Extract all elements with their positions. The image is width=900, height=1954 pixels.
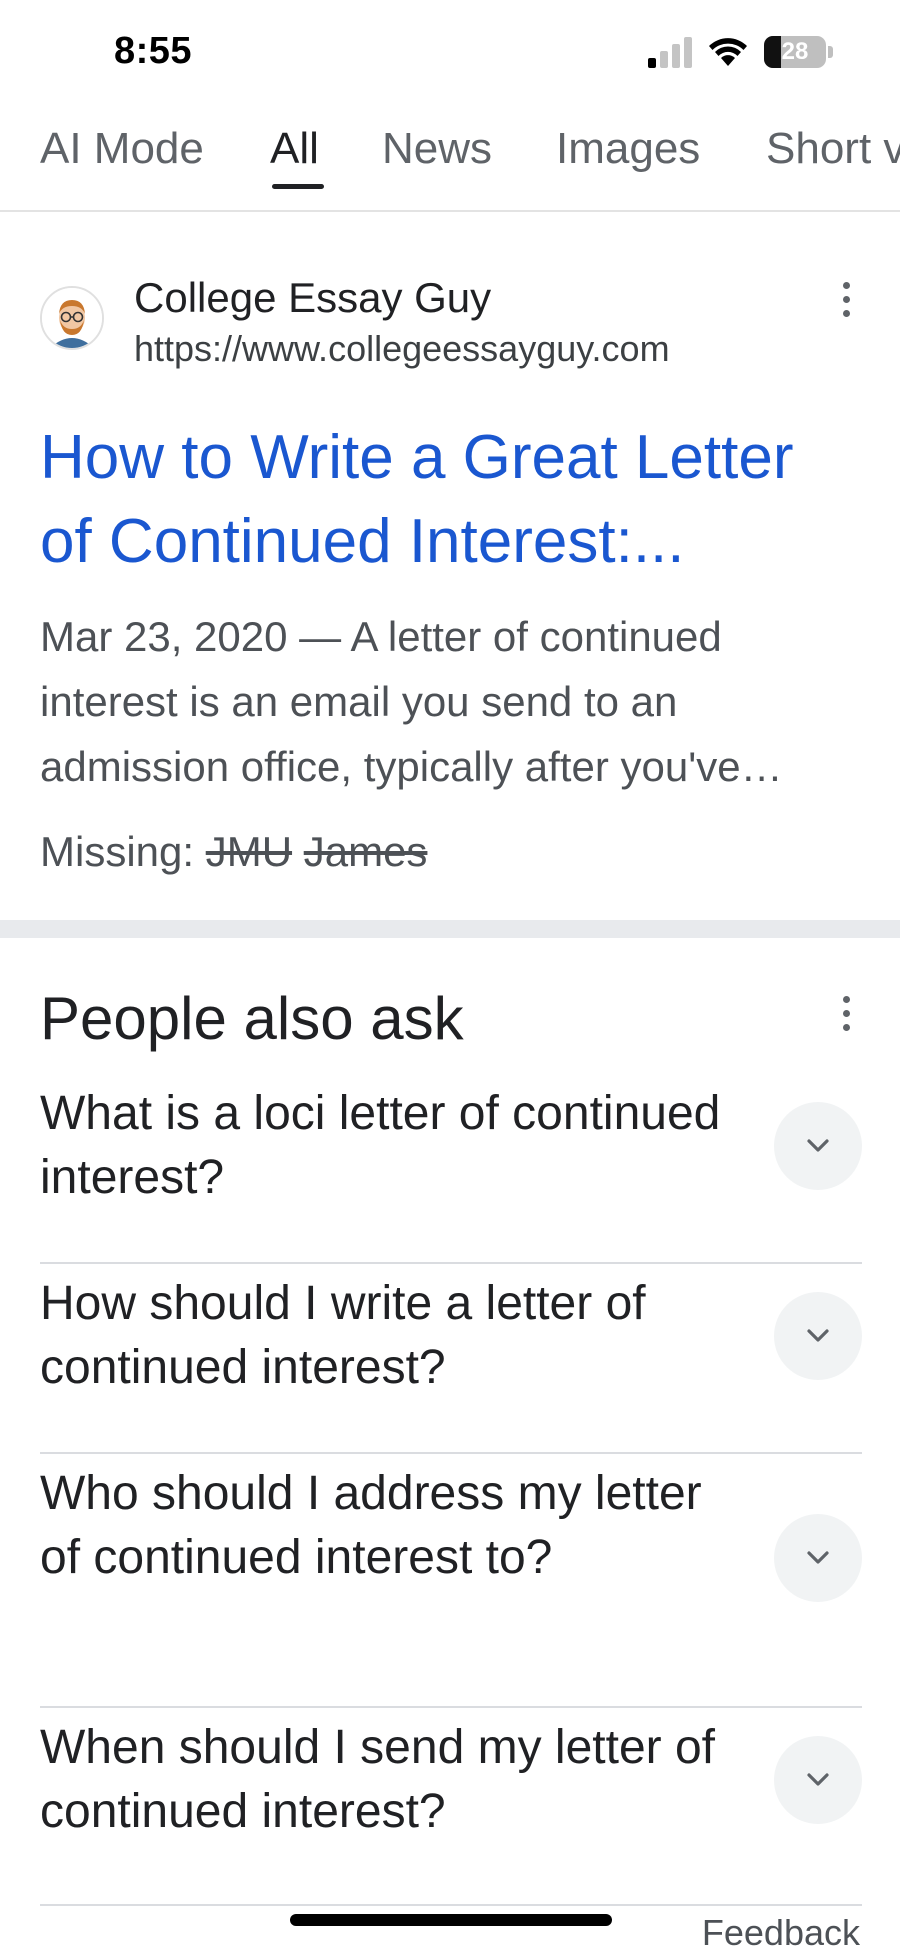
- chevron-down-icon: [807, 1551, 829, 1564]
- paa-question-item[interactable]: How should I write a letter of continued…: [40, 1272, 862, 1454]
- tab-short-videos[interactable]: Short videos: [766, 124, 900, 174]
- expand-button[interactable]: [774, 1736, 862, 1824]
- tab-news[interactable]: News: [382, 124, 492, 174]
- battery-level: 28: [781, 38, 809, 65]
- snippet-line: Mar 23, 2020 — A letter of continued: [40, 613, 722, 660]
- result-title-line: How to Write a Great Letter: [40, 423, 794, 492]
- site-url[interactable]: https://www.collegeessayguy.com: [134, 328, 670, 370]
- chevron-down-icon: [807, 1139, 829, 1152]
- paa-question-item[interactable]: What is a loci letter of continued inter…: [40, 1082, 862, 1264]
- expand-button[interactable]: [774, 1514, 862, 1602]
- search-tabs: AI Mode All News Images Short videos: [0, 110, 900, 212]
- more-options-icon[interactable]: [836, 992, 856, 1036]
- paa-question-item[interactable]: Who should I address my letter of contin…: [40, 1462, 862, 1708]
- result-snippet: Mar 23, 2020 — A letter of continued int…: [40, 604, 870, 799]
- tab-images[interactable]: Images: [556, 124, 700, 174]
- expand-button[interactable]: [774, 1292, 862, 1380]
- paa-question: When should I send my letter of continue…: [40, 1721, 715, 1838]
- search-result: College Essay Guy https://www.collegeess…: [0, 212, 900, 920]
- paa-question: What is a loci letter of continued inter…: [40, 1087, 721, 1204]
- missing-label: Missing:: [40, 828, 195, 875]
- paa-question: Who should I address my letter of contin…: [40, 1467, 702, 1584]
- wifi-icon: [709, 38, 747, 66]
- paa-question-item[interactable]: When should I send my letter of continue…: [40, 1716, 862, 1906]
- expand-button[interactable]: [774, 1102, 862, 1190]
- paa-question: How should I write a letter of continued…: [40, 1277, 646, 1394]
- section-divider: [0, 920, 900, 938]
- tab-all[interactable]: All: [270, 124, 319, 174]
- chevron-down-icon: [807, 1329, 829, 1342]
- avatar-icon[interactable]: [40, 286, 104, 350]
- missing-term: JMU: [205, 828, 293, 875]
- snippet-line: admission office, typically after you've…: [40, 743, 783, 790]
- home-indicator[interactable]: [290, 1914, 612, 1926]
- paa-title: People also ask: [40, 985, 464, 1052]
- people-also-ask: People also ask What is a loci letter of…: [0, 938, 900, 1948]
- site-name[interactable]: College Essay Guy: [134, 274, 491, 322]
- cellular-signal-icon: [648, 37, 692, 68]
- status-time: 8:55: [114, 30, 193, 72]
- missing-terms: Missing: JMU James: [40, 828, 427, 876]
- status-bar: 8:55 28: [0, 0, 900, 100]
- snippet-line: interest is an email you send to an: [40, 678, 678, 725]
- missing-term: James: [303, 828, 428, 875]
- more-options-icon[interactable]: [836, 278, 856, 322]
- result-title-link[interactable]: How to Write a Great Letter of Continued…: [40, 416, 870, 584]
- tab-ai-mode[interactable]: AI Mode: [40, 124, 204, 174]
- battery-icon: 28: [764, 36, 834, 68]
- chevron-down-icon: [807, 1773, 829, 1786]
- result-title-line: of Continued Interest:...: [40, 507, 685, 576]
- active-tab-indicator: [272, 184, 324, 189]
